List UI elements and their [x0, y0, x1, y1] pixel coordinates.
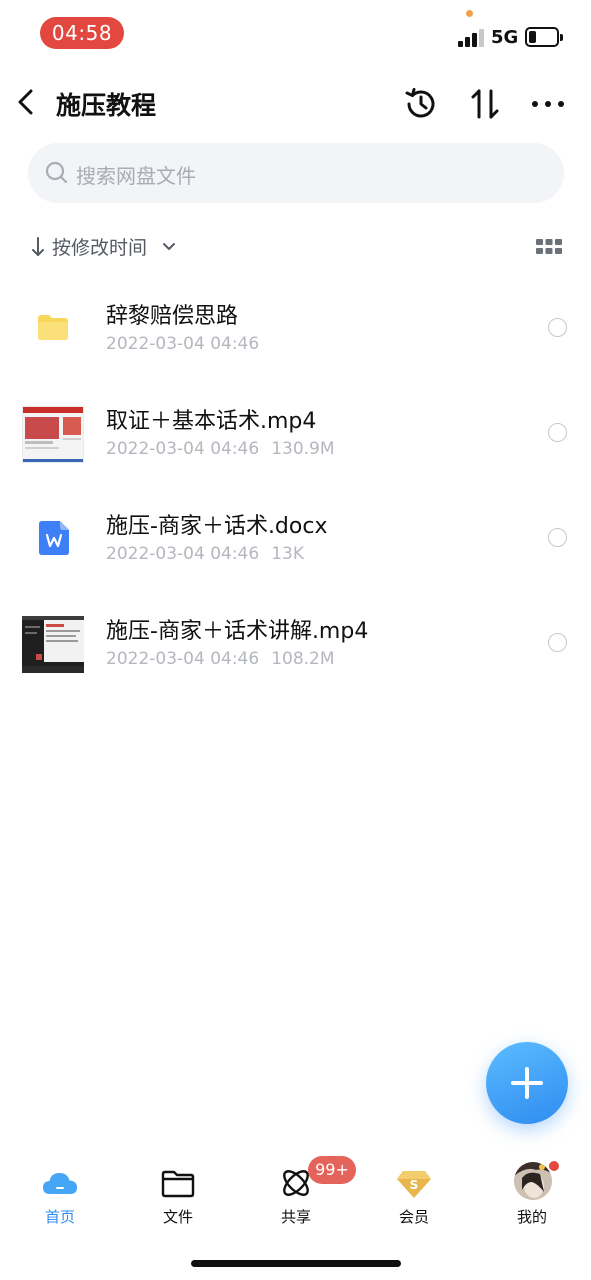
file-date: 2022-03-04 04:46: [106, 334, 260, 354]
list-item[interactable]: 施压-商家＋话术讲解.mp4 2022-03-04 04:46 108.2M: [0, 589, 591, 694]
tab-vip[interactable]: S 会员: [355, 1150, 473, 1230]
svg-text:S: S: [410, 1178, 419, 1192]
search-icon: [45, 161, 68, 184]
file-size: 130.9M: [271, 439, 335, 459]
page-title: 施压教程: [56, 91, 157, 120]
history-icon[interactable]: [402, 85, 440, 123]
avatar-image: [514, 1162, 552, 1200]
folder-icon: [161, 1170, 195, 1198]
file-size: 13K: [271, 544, 304, 564]
tab-label: 文件: [162, 1208, 193, 1226]
file-thumbnail: [22, 296, 84, 358]
home-indicator: [191, 1260, 401, 1267]
tab-label: 会员: [398, 1208, 429, 1226]
tab-home[interactable]: 首页: [1, 1150, 119, 1230]
nav-header: 施压教程: [0, 76, 591, 130]
select-checkbox[interactable]: [548, 318, 567, 337]
cloud-icon: [43, 1173, 77, 1194]
file-name: 施压-商家＋话术讲解.mp4: [106, 619, 369, 644]
file-name: 辞黎赔偿思路: [106, 304, 239, 329]
chevron-down-icon[interactable]: [162, 240, 176, 254]
file-thumbnail: [22, 506, 84, 568]
select-checkbox[interactable]: [548, 423, 567, 442]
tab-label: 我的: [516, 1208, 547, 1226]
search-input[interactable]: 搜索网盘文件: [28, 143, 564, 203]
file-size: 108.2M: [271, 649, 335, 669]
more-options-icon[interactable]: [530, 94, 566, 114]
share-badge: 99+: [308, 1156, 356, 1184]
file-meta: 2022-03-04 04:46 130.9M: [106, 439, 335, 459]
plus-icon-vertical: [525, 1067, 529, 1099]
search-placeholder: 搜索网盘文件: [76, 164, 196, 188]
sort-direction-icon[interactable]: [30, 236, 46, 258]
file-date: 2022-03-04 04:46: [106, 544, 260, 564]
vip-diamond-icon: S: [397, 1171, 431, 1198]
back-arrow-icon[interactable]: [12, 84, 42, 120]
file-date: 2022-03-04 04:46: [106, 439, 260, 459]
video-thumbnail-image: [22, 406, 84, 463]
video-thumbnail-image: [22, 616, 84, 673]
tab-files[interactable]: 文件: [119, 1150, 237, 1230]
bottom-tab-bar: 首页 文件 共享 S 会员 我的: [0, 1150, 591, 1240]
select-checkbox[interactable]: [548, 633, 567, 652]
file-thumbnail: [22, 401, 84, 463]
tab-label: 共享: [280, 1208, 311, 1226]
sort-order-icon[interactable]: [466, 85, 504, 123]
file-meta: 2022-03-04 04:46 13K: [106, 544, 304, 564]
sort-by-modified-dropdown[interactable]: 按修改时间: [52, 233, 147, 260]
list-item[interactable]: 取证＋基本话术.mp4 2022-03-04 04:46 130.9M: [0, 379, 591, 484]
word-document-icon: [39, 521, 69, 555]
file-meta: 2022-03-04 04:46: [106, 334, 259, 354]
status-bar: 04:58 5G: [0, 0, 591, 64]
file-name: 取证＋基本话术.mp4: [106, 409, 317, 434]
file-name: 施压-商家＋话术.docx: [106, 514, 328, 539]
list-item[interactable]: 辞黎赔偿思路 2022-03-04 04:46: [0, 274, 591, 379]
list-item[interactable]: 施压-商家＋话术.docx 2022-03-04 04:46 13K: [0, 484, 591, 589]
network-type: 5G: [491, 27, 519, 48]
avatar[interactable]: [514, 1162, 552, 1200]
privacy-indicator-dot: [466, 10, 473, 17]
cellular-signal-icon: [458, 29, 484, 47]
sort-bar: 按修改时间: [30, 232, 570, 262]
file-meta: 2022-03-04 04:46 108.2M: [106, 649, 335, 669]
folder-icon: [38, 315, 68, 340]
notification-dot: [548, 1160, 560, 1172]
battery-icon: [525, 27, 563, 47]
file-thumbnail: [22, 611, 84, 673]
add-button[interactable]: [486, 1042, 568, 1124]
select-checkbox[interactable]: [548, 528, 567, 547]
grid-view-icon[interactable]: [536, 237, 562, 257]
file-date: 2022-03-04 04:46: [106, 649, 260, 669]
tab-label: 首页: [44, 1208, 75, 1226]
status-time: 04:58: [40, 17, 124, 49]
